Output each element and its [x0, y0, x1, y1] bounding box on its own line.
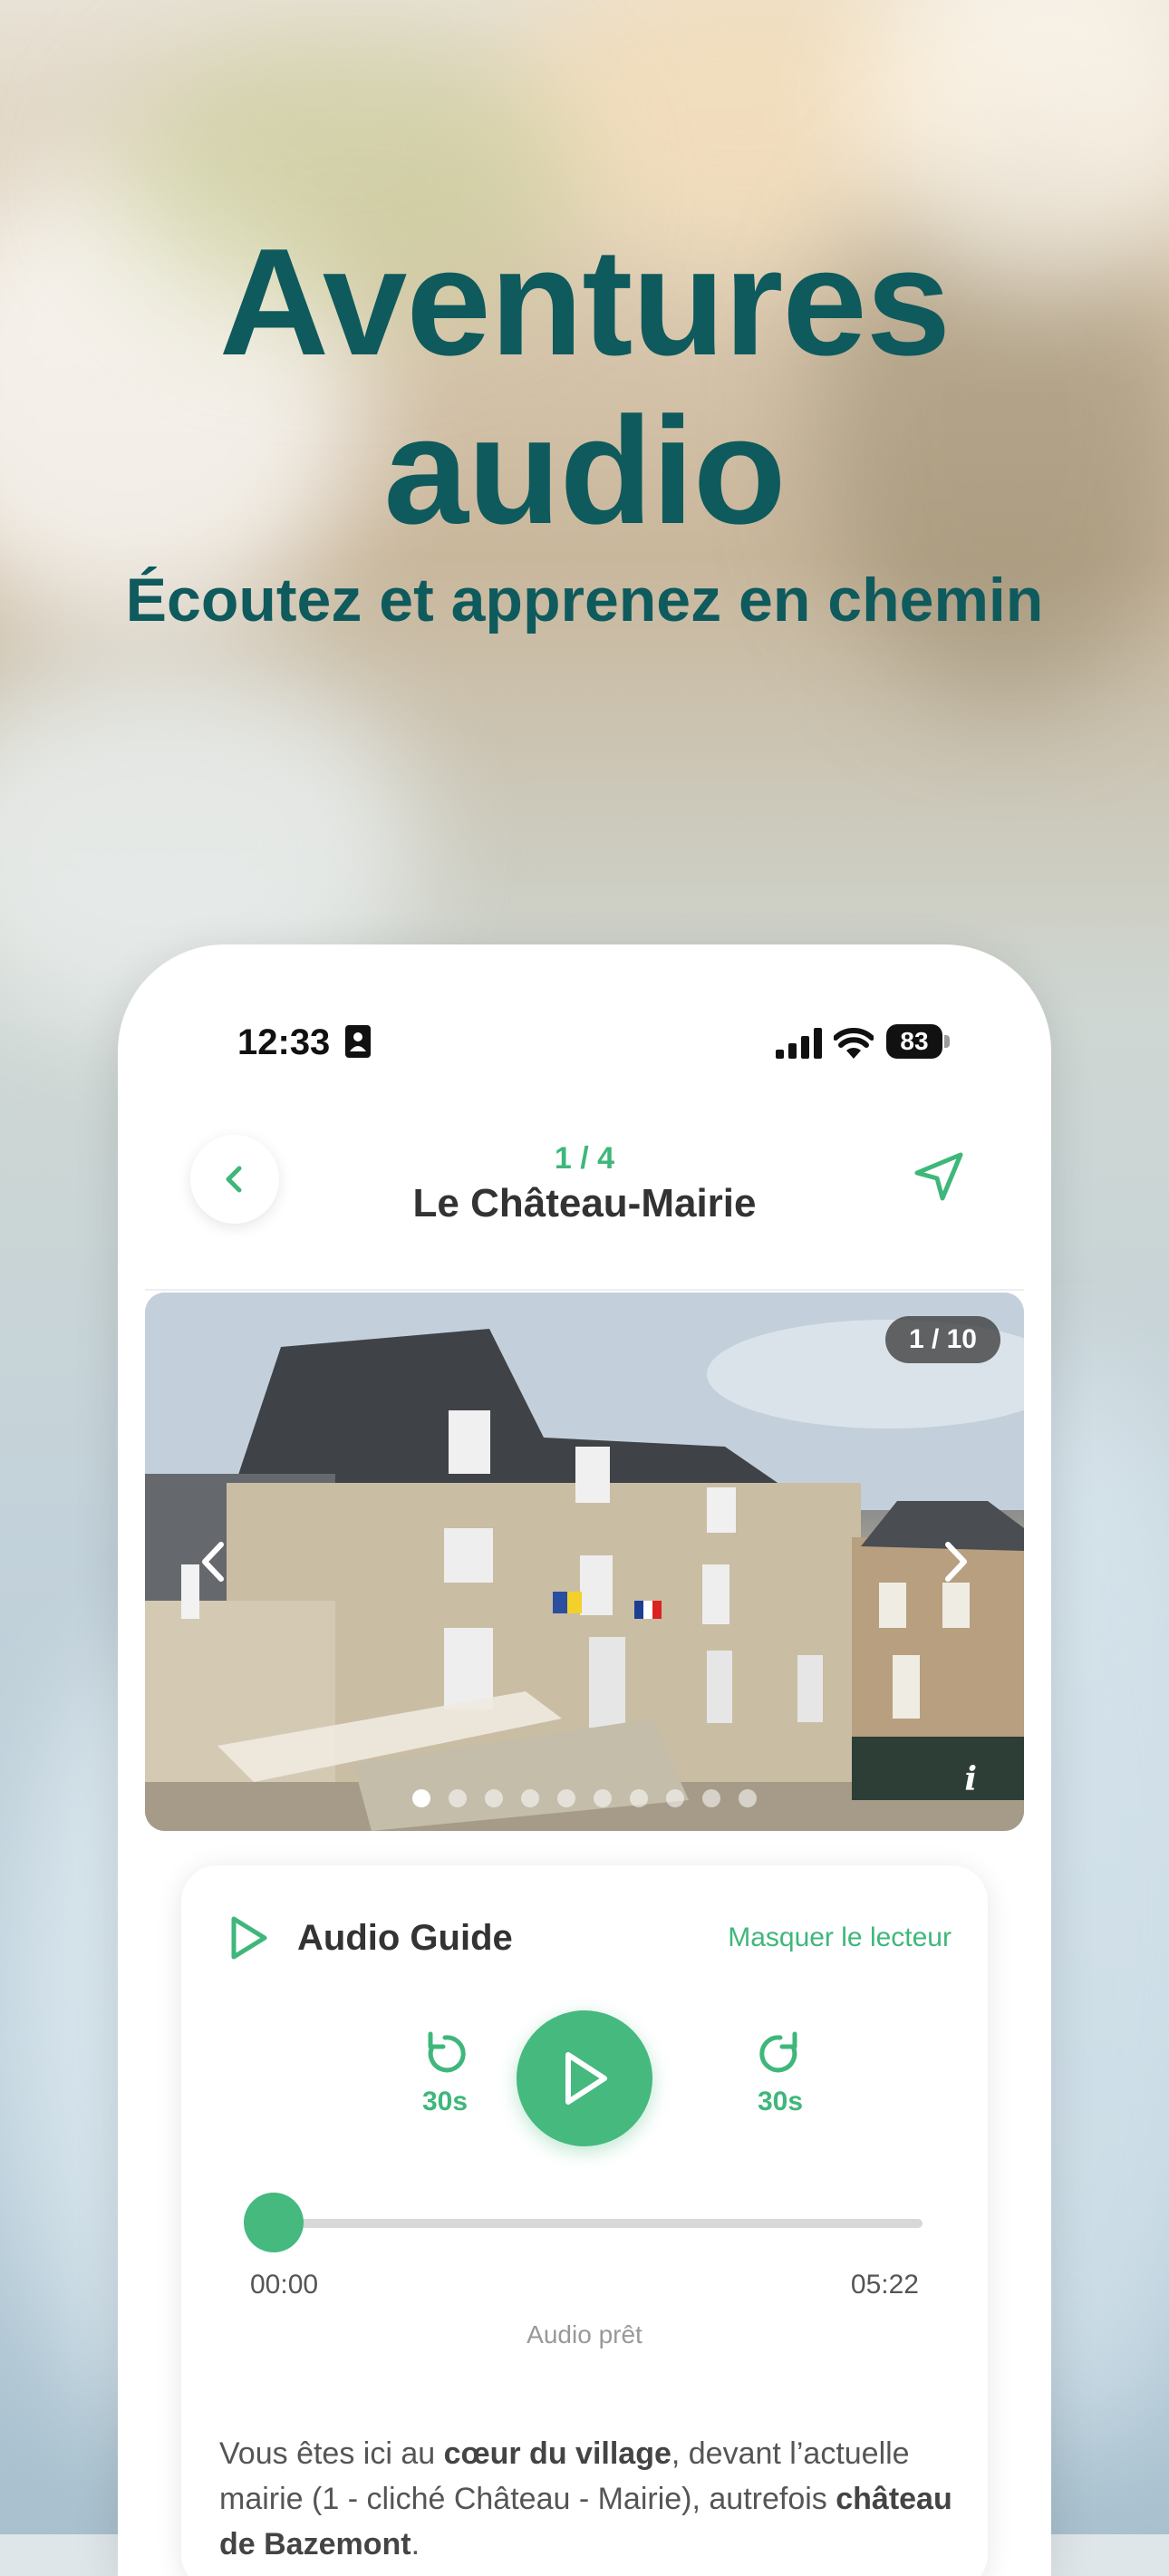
audio-card-header: Audio Guide Masquer le lecteur: [227, 1911, 952, 1965]
carousel-dot[interactable]: [739, 1789, 757, 1807]
audio-status: Audio prêt: [527, 2320, 642, 2348]
hide-player-link[interactable]: Masquer le lecteur: [728, 1911, 952, 1965]
skip-back-label: 30s: [421, 2087, 469, 2116]
contact-card-icon: [345, 1025, 371, 1058]
screen-header: 1 / 4 Le Château-Mairie: [118, 1135, 1051, 1244]
image-counter-badge: 1 / 10: [884, 1316, 1000, 1363]
total-time: 05:22: [850, 2270, 919, 2300]
forward-icon: [759, 2031, 797, 2073]
current-time: 00:00: [250, 2270, 319, 2300]
hero-subtitle: Écoutez et apprenez en chemin: [125, 566, 1044, 634]
status-bar: 12:33 83: [118, 1015, 1051, 1079]
photo-carousel[interactable]: 1 / 10 i: [145, 1293, 1024, 1831]
desc-bold: cœur du village: [443, 2436, 671, 2471]
chateau-photo: [145, 1293, 1024, 1831]
carousel-dot[interactable]: [485, 1789, 503, 1807]
carousel-dot[interactable]: [666, 1789, 684, 1807]
signal-icon: [776, 1028, 822, 1059]
desc-text: .: [411, 2527, 420, 2561]
audio-guide-card: Audio Guide Masquer le lecteur 30s 30s 0…: [181, 1865, 988, 2576]
carousel-dot[interactable]: [702, 1789, 720, 1807]
audio-progress-bar[interactable]: [243, 2193, 923, 2252]
chevron-right-icon: [945, 1542, 967, 1582]
chevron-left-icon: [202, 1542, 224, 1582]
carousel-dot[interactable]: [630, 1789, 648, 1807]
wifi-icon: [834, 1028, 874, 1059]
carousel-dots[interactable]: [145, 1789, 1024, 1807]
audio-guide-title: Audio Guide: [297, 1918, 513, 1958]
navigation-arrow-icon[interactable]: [910, 1148, 968, 1206]
progress-thumb[interactable]: [243, 2193, 304, 2252]
battery-percent: 83: [900, 1027, 929, 1055]
play-button[interactable]: [517, 2010, 652, 2146]
status-time: 12:33: [237, 1022, 331, 1062]
battery-icon: 83: [886, 1024, 953, 1060]
carousel-prev-button[interactable]: [181, 1521, 245, 1603]
audio-controls: 30s 30s: [181, 2010, 988, 2155]
play-icon: [565, 2052, 607, 2105]
play-outline-icon: [231, 1916, 267, 1960]
desc-text: Vous êtes ici au: [219, 2436, 444, 2471]
carousel-dot[interactable]: [557, 1789, 575, 1807]
skip-forward-button[interactable]: 30s: [730, 2029, 830, 2119]
carousel-dot[interactable]: [594, 1789, 612, 1807]
carousel-dot[interactable]: [412, 1789, 430, 1807]
carousel-next-button[interactable]: [924, 1521, 988, 1603]
skip-back-button[interactable]: 30s: [395, 2029, 495, 2119]
header-divider: [145, 1289, 1024, 1291]
stop-description: Vous êtes ici au cœur du village, devant…: [219, 2431, 962, 2567]
skip-forward-label: 30s: [757, 2087, 804, 2116]
carousel-dot[interactable]: [521, 1789, 539, 1807]
phone-mockup: 12:33 83 1 / 4 Le Château-Mairie 1 / 10 …: [118, 944, 1051, 2576]
info-icon[interactable]: i: [964, 1760, 977, 1798]
rewind-icon: [428, 2031, 466, 2073]
hero-title: Aventures audio: [218, 217, 951, 556]
carousel-dot[interactable]: [449, 1789, 467, 1807]
